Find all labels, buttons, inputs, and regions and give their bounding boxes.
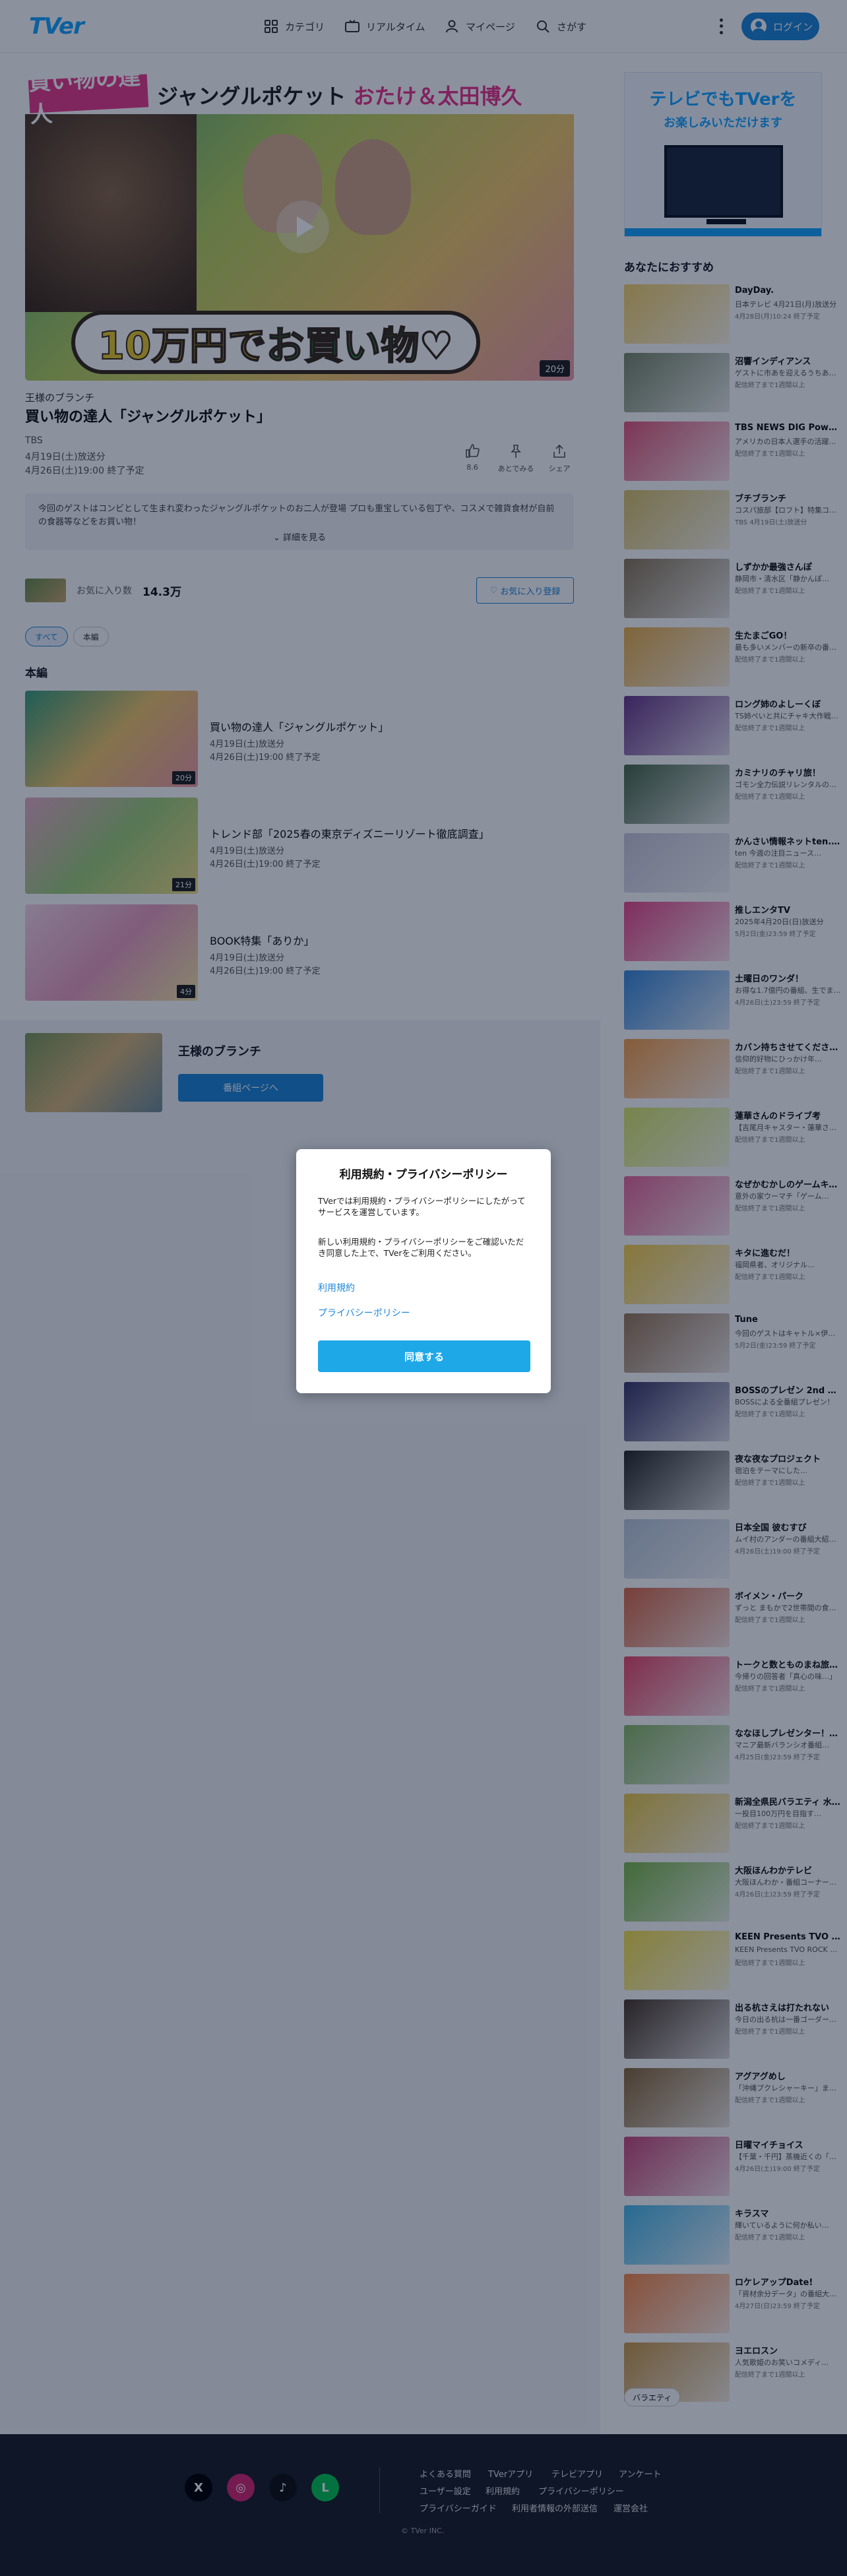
terms-modal: 利用規約・プライバシーポリシー TVerでは利用規約・プライバシーポリシーにした… xyxy=(296,1149,551,1393)
modal-text-2: 新しい利用規約・プライバシーポリシーをご確認いただき同意した上で、TVerをご利… xyxy=(318,1237,524,1258)
privacy-policy-link[interactable]: プライバシーポリシー xyxy=(318,1306,410,1319)
modal-title: 利用規約・プライバシーポリシー xyxy=(339,1168,508,1181)
agree-button[interactable]: 同意する xyxy=(318,1340,530,1372)
modal-text-1: TVerでは利用規約・プライバシーポリシーにしたがってサービスを運営しています。 xyxy=(318,1196,526,1217)
terms-link[interactable]: 利用規約 xyxy=(318,1281,355,1294)
